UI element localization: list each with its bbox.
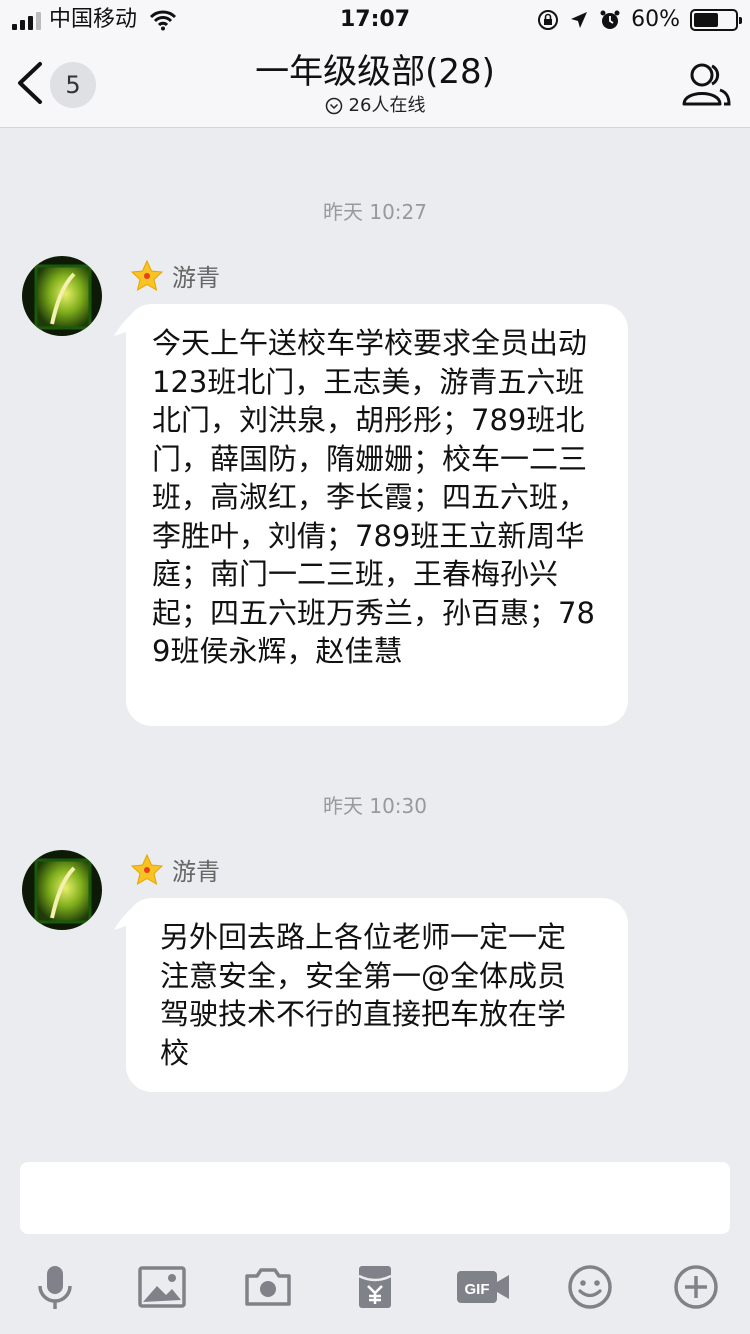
- microphone-icon[interactable]: [30, 1262, 80, 1312]
- battery-icon: [690, 9, 742, 31]
- avatar[interactable]: [22, 850, 102, 930]
- message-timestamp: 昨天 10:27: [323, 200, 427, 224]
- alarm-icon: [600, 10, 620, 29]
- avatar[interactable]: [22, 256, 102, 336]
- gif-icon[interactable]: GIF: [455, 1262, 511, 1312]
- rotation-lock-icon: [538, 10, 559, 30]
- avatar-image: [34, 264, 92, 330]
- svg-text:GIF: GIF: [465, 1281, 490, 1298]
- chat-title: 一年级级部(28): [255, 52, 495, 92]
- chat-header: 5 一年级级部(28) 26人在线: [0, 40, 750, 128]
- emoji-icon[interactable]: [565, 1262, 615, 1312]
- message-bubble[interactable]: 另外回去路上各位老师一定一定注意安全，安全第一@全体成员 驾驶技术不行的直接把车…: [126, 898, 628, 1092]
- chevron-down-circle-icon: [325, 97, 342, 115]
- sender-label: 游青: [172, 264, 220, 292]
- message-bubble[interactable]: 今天上午送校车学校要求全员出动123班北门，王志美，游青五六班北门，刘洪泉，胡彤…: [126, 304, 628, 726]
- message-input[interactable]: [20, 1162, 730, 1234]
- star-icon: [130, 259, 164, 291]
- location-icon: [571, 12, 588, 28]
- image-icon[interactable]: [137, 1262, 187, 1312]
- sender-label: 游青: [172, 858, 220, 886]
- star-icon: [130, 853, 164, 885]
- plus-icon[interactable]: [671, 1262, 721, 1312]
- battery-percent: 60%: [631, 7, 680, 32]
- message-timestamp: 昨天 10:30: [323, 794, 427, 818]
- avatar-image: [34, 858, 92, 924]
- camera-icon[interactable]: [243, 1262, 293, 1312]
- sender-name: 游青: [130, 852, 220, 887]
- sender-name: 游青: [130, 258, 220, 293]
- online-status[interactable]: 26人在线: [0, 94, 750, 118]
- status-bar: 中国移动 17:07 60%: [0, 0, 750, 40]
- group-members-icon[interactable]: [680, 60, 732, 110]
- input-toolbar: GIF: [0, 1250, 750, 1320]
- online-count: 26人在线: [348, 95, 426, 116]
- red-packet-icon[interactable]: [350, 1262, 400, 1312]
